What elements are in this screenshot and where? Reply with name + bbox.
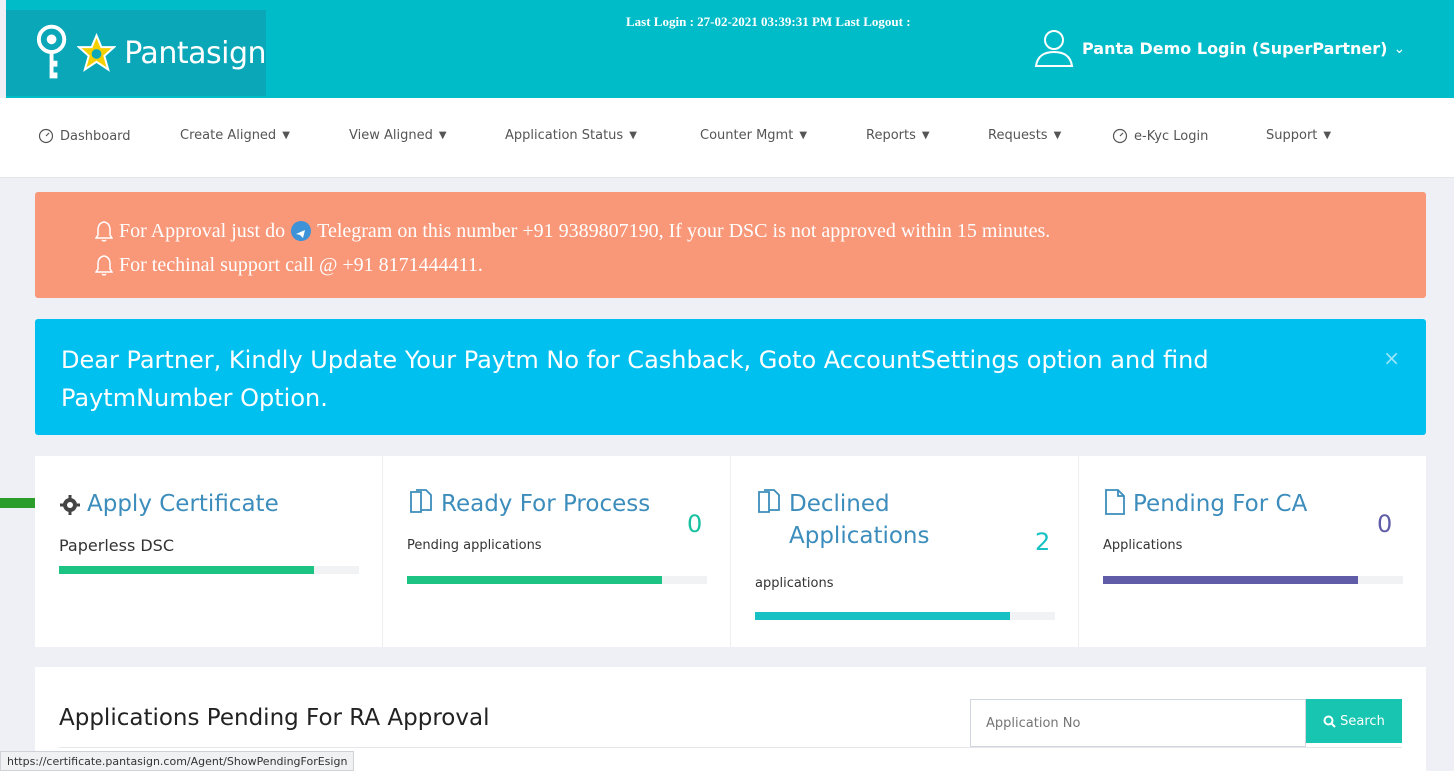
card-count: 2 [1035,528,1051,556]
search-button[interactable]: Search [1306,699,1402,743]
nav-label: Support [1266,128,1318,143]
gauge-icon [38,128,54,144]
progress-bar [1103,576,1403,584]
last-login-info: Last Login : 27-02-2021 03:39:31 PM Last… [626,14,911,29]
card-apply-certificate[interactable]: Apply Certificate Paperless DSC [35,456,383,647]
close-icon[interactable]: × [1383,339,1400,377]
caret-down-icon: ▼ [1053,130,1062,141]
nav-label: e-Kyc Login [1134,128,1209,144]
caret-down-icon: ▼ [1323,130,1332,141]
card-count: 0 [1377,510,1393,538]
gauge-icon [1112,128,1128,144]
nav-counter-mgmt[interactable]: Counter Mgmt ▼ [700,128,807,143]
progress-bar [755,612,1055,620]
chevron-down-icon: ⌄ [1393,39,1406,56]
card-title-text: Apply Certificate [87,491,279,517]
card-title: Ready For Process [407,488,650,520]
stats-row: Apply Certificate Paperless DSC Ready Fo… [35,456,1426,647]
card-title-text: Pending For CA [1133,491,1308,517]
progress-fill [1103,576,1358,584]
paytm-alert-text: Dear Partner, Kindly Update Your Paytm N… [61,346,1209,412]
file-icon [1105,489,1125,515]
card-title: Declined Applications [755,488,955,552]
card-title: Apply Certificate [59,488,279,520]
brand-logo[interactable]: Pantasign [6,10,266,96]
nav-application-status[interactable]: Application Status ▼ [505,128,637,143]
files-icon [410,489,432,513]
user-icon [1034,30,1074,67]
nav-reports[interactable]: Reports ▼ [866,128,930,143]
approval-alert: For Approval just do Telegram on this nu… [35,192,1426,298]
user-name: Panta Demo Login (SuperPartner) [1082,38,1388,58]
card-ready-for-process[interactable]: Ready For Process Pending applications 0 [383,456,731,647]
card-subtitle: Paperless DSC [59,536,175,555]
key-logo-icon [36,24,67,79]
main-nav: Dashboard Create Aligned ▼ View Aligned ▼ … [0,98,1454,178]
nav-create-aligned[interactable]: Create Aligned ▼ [180,128,290,143]
panel-title: Applications Pending For RA Approval [59,705,490,731]
nav-support[interactable]: Support ▼ [1266,128,1331,143]
caret-down-icon: ▼ [799,130,808,141]
paytm-alert: Dear Partner, Kindly Update Your Paytm N… [35,319,1426,435]
caret-down-icon: ▼ [438,130,447,141]
divider [59,747,1402,748]
star-logo-icon [77,33,117,72]
bell-icon [95,221,113,242]
nav-ekyc-login[interactable]: e-Kyc Login [1112,128,1208,144]
progress-bar [59,566,359,574]
nav-dashboard[interactable]: Dashboard [38,128,131,144]
status-bar-url: https://certificate.pantasign.com/Agent/… [0,751,355,771]
search-button-label: Search [1340,713,1385,729]
approval-line: For Approval just do Telegram on this nu… [95,214,1426,248]
user-menu[interactable]: Panta Demo Login (SuperPartner) ⌄ [1032,28,1405,68]
approval-text-post: Telegram on this number +91 9389807190, … [317,220,1051,242]
caret-down-icon: ▼ [921,130,930,141]
telegram-icon [291,221,312,241]
progress-fill [755,612,1010,620]
card-title-text: Ready For Process [441,491,651,517]
card-title-text: Declined Applications [789,491,930,549]
files-icon [758,489,780,513]
nav-label: Counter Mgmt [700,128,794,143]
nav-label: Requests [988,128,1048,143]
support-line: For techinal support call @ +91 81714444… [95,248,1426,282]
nav-label: View Aligned [349,128,433,143]
progress-fill [407,576,662,584]
caret-down-icon: ▼ [629,130,637,141]
nav-label: Reports [866,128,916,143]
card-subtitle: Pending applications [407,538,542,553]
card-count: 0 [687,510,703,538]
gear-icon [60,495,80,515]
card-subtitle: applications [755,576,834,591]
card-title: Pending For CA [1103,488,1307,520]
card-subtitle: Applications [1103,538,1183,553]
bell-icon [95,255,113,276]
support-text: For techinal support call @ +91 81714444… [119,254,483,276]
card-declined-applications[interactable]: Declined Applications applications 2 [731,456,1079,647]
card-pending-for-ca[interactable]: Pending For CA Applications 0 [1079,456,1426,647]
nav-view-aligned[interactable]: View Aligned ▼ [349,128,447,143]
nav-label: Dashboard [60,128,131,144]
approval-text-pre: For Approval just do [119,220,286,242]
caret-down-icon: ▼ [282,130,290,141]
nav-label: Create Aligned [180,128,277,143]
progress-fill [59,566,314,574]
application-no-input[interactable] [970,699,1306,747]
progress-bar [407,576,707,584]
nav-requests[interactable]: Requests ▼ [988,128,1061,143]
logo-text: Pantasign [124,35,266,71]
search-icon [1323,715,1336,728]
top-header: Pantasign Last Login : 27-02-2021 03:39:… [6,0,1454,98]
nav-label: Application Status [505,128,624,143]
